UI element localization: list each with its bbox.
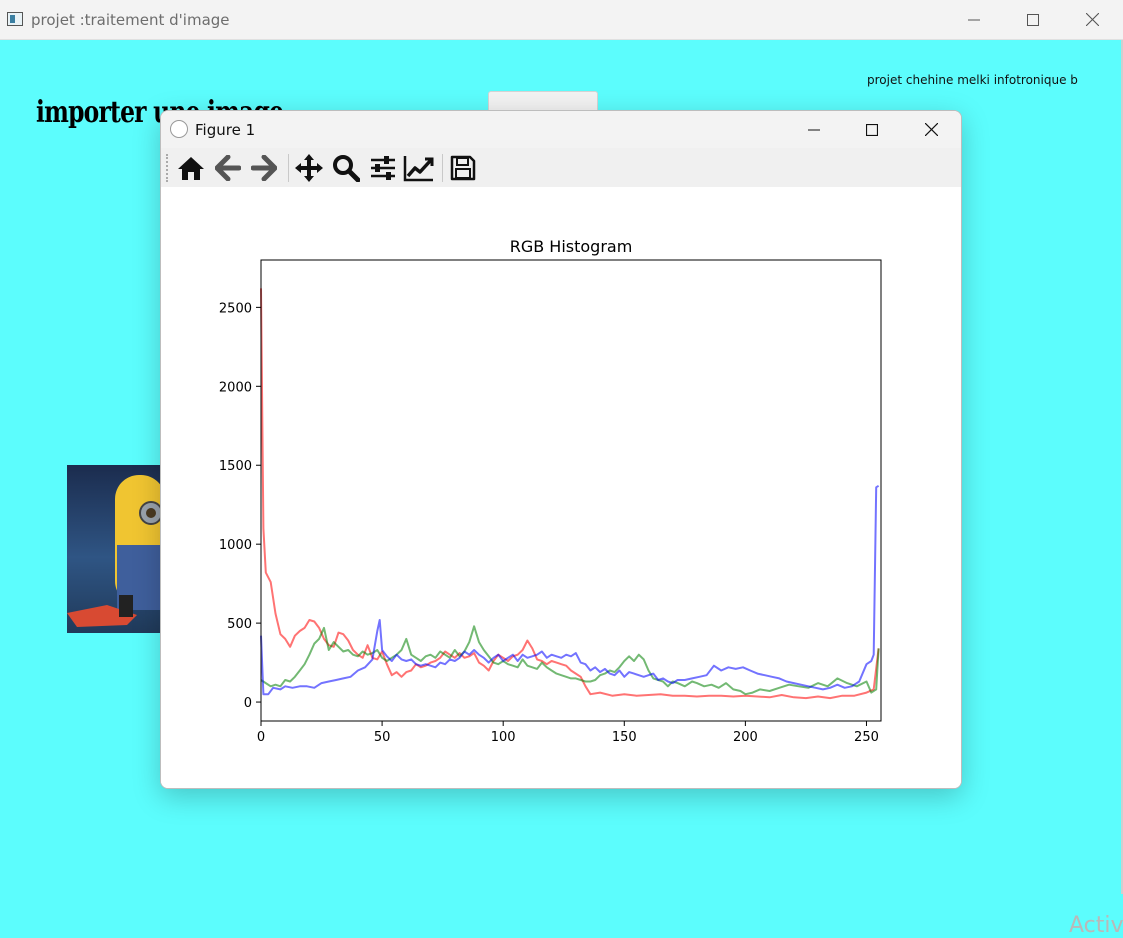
save-button[interactable] xyxy=(446,151,480,185)
series-line-1 xyxy=(260,625,880,696)
y-tick-label: 1500 xyxy=(219,459,252,474)
histogram-chart: RGB Histogram0 50 100 150 200 250050010001500… xyxy=(219,237,882,745)
figure-close-button[interactable] xyxy=(902,111,960,148)
app-window-icon xyxy=(7,12,23,26)
pan-icon xyxy=(295,154,323,182)
toolbar-grip[interactable] xyxy=(166,154,170,182)
forward-button[interactable] xyxy=(247,151,281,185)
plot-canvas[interactable]: RGB Histogram 0 50 100 150 200 250 0 500 1000 1500… xyxy=(161,187,961,788)
y-tick-label: 2000 xyxy=(219,380,252,395)
app-window-title: projet :traitement d'image xyxy=(31,11,230,29)
app-titlebar: projet :traitement d'image xyxy=(0,0,1123,40)
figure-window: Figure 1 RGB Histogram 0 50 100 150 200 … xyxy=(160,110,962,789)
axes-edit-icon xyxy=(403,156,434,182)
close-icon xyxy=(1085,13,1099,26)
author-label: projet chehine melki infotronique b xyxy=(867,73,1078,87)
series-line-0 xyxy=(260,288,880,700)
x-tick-label: 150 xyxy=(612,730,637,745)
chart-title: RGB Histogram xyxy=(510,237,633,256)
x-tick-label: 250 xyxy=(854,730,879,745)
figure-minimize-button[interactable] xyxy=(785,111,843,148)
x-tick-label: 50 xyxy=(374,730,391,745)
y-tick-label: 2500 xyxy=(219,301,252,316)
home-button[interactable] xyxy=(174,151,208,185)
series-line-2 xyxy=(260,484,880,696)
y-tick-label: 500 xyxy=(227,617,252,632)
back-arrow-icon xyxy=(215,155,241,181)
minimize-icon xyxy=(808,129,820,130)
toolbar-separator xyxy=(288,154,289,182)
x-tick-label: 0 xyxy=(257,730,265,745)
zoom-button[interactable] xyxy=(329,151,363,185)
back-button[interactable] xyxy=(211,151,245,185)
y-tick-label: 0 xyxy=(244,696,252,711)
home-icon xyxy=(178,157,204,180)
y-tick-label: 1000 xyxy=(219,538,252,553)
matplotlib-icon xyxy=(170,120,188,138)
app-maximize-button[interactable] xyxy=(1004,0,1062,39)
image-preview xyxy=(67,465,167,633)
figure-maximize-button[interactable] xyxy=(843,111,901,148)
maximize-icon xyxy=(1027,13,1039,26)
app-minimize-button[interactable] xyxy=(945,0,1003,39)
edit-axes-button[interactable] xyxy=(402,151,436,185)
toolbar-separator xyxy=(442,154,443,182)
x-tick-label: 200 xyxy=(733,730,758,745)
app-close-button[interactable] xyxy=(1063,0,1121,39)
save-icon xyxy=(450,155,476,181)
minion-image xyxy=(67,475,165,627)
figure-titlebar: Figure 1 xyxy=(161,111,961,148)
x-tick-label: 100 xyxy=(491,730,516,745)
figure-toolbar xyxy=(161,148,961,188)
figure-title: Figure 1 xyxy=(195,121,256,139)
close-icon xyxy=(924,123,938,136)
forward-arrow-icon xyxy=(251,155,277,181)
pan-button[interactable] xyxy=(292,151,326,185)
maximize-icon xyxy=(866,123,878,136)
minimize-icon xyxy=(968,19,980,20)
subplots-config-icon xyxy=(371,156,395,180)
activation-watermark: Activ xyxy=(1069,913,1123,938)
zoom-icon xyxy=(333,155,360,182)
configure-subplots-button[interactable] xyxy=(366,151,400,185)
